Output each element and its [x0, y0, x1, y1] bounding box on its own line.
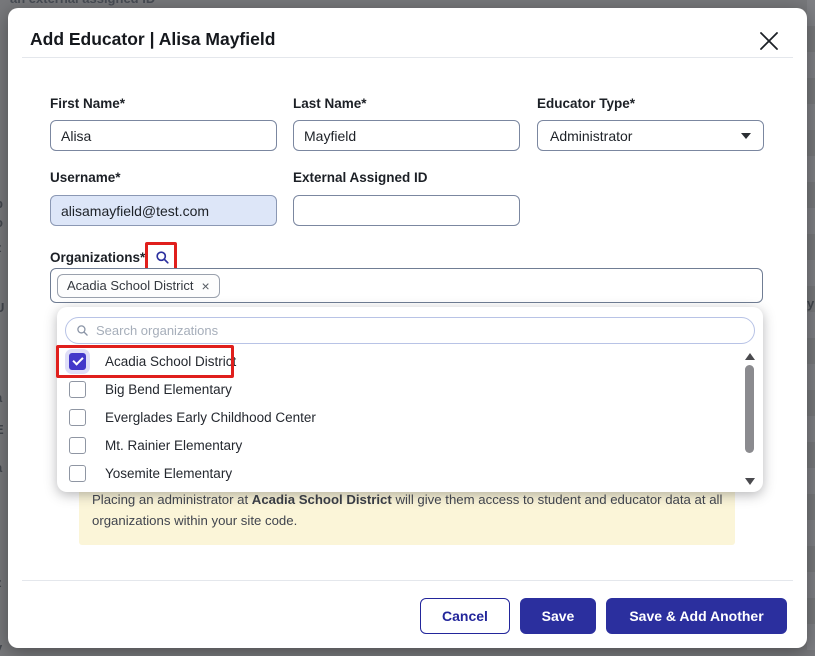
backdrop-fragment: U [0, 300, 8, 316]
backdrop-fragment: o [0, 215, 8, 231]
search-icon [76, 324, 89, 337]
save-and-add-another-button[interactable]: Save & Add Another [606, 598, 787, 634]
search-icon[interactable] [150, 245, 174, 270]
org-search-box [65, 317, 755, 344]
educator-type-value: Administrator [550, 128, 632, 144]
modal-title: Add Educator | Alisa Mayfield [30, 29, 275, 50]
save-button[interactable]: Save [520, 598, 596, 634]
footer-divider [22, 580, 793, 581]
cancel-button[interactable]: Cancel [420, 598, 510, 634]
chip-label: Acadia School District [67, 278, 193, 293]
external-id-label: External Assigned ID [293, 170, 428, 185]
backdrop-fragment: p [0, 196, 8, 212]
chevron-down-icon [741, 133, 751, 139]
username-label: Username* [50, 170, 121, 185]
backdrop-page-stripes [807, 0, 815, 656]
educator-type-label: Educator Type* [537, 96, 635, 111]
org-option-acadia[interactable]: Acadia School District [57, 347, 763, 375]
org-option-everglades[interactable]: Everglades Early Childhood Center [57, 403, 763, 431]
last-name-label: Last Name* [293, 96, 367, 111]
note-line-2: organizations within your site code. [92, 510, 722, 531]
chip-remove-icon[interactable]: × [201, 279, 209, 293]
educator-type-select[interactable]: Administrator [537, 120, 764, 151]
org-option-mt-rainier[interactable]: Mt. Rainier Elementary [57, 431, 763, 459]
dropdown-scrollbar[interactable] [743, 347, 757, 487]
first-name-label: First Name* [50, 96, 125, 111]
org-option-big-bend[interactable]: Big Bend Elementary [57, 375, 763, 403]
org-option-yosemite[interactable]: Yosemite Elementary [57, 459, 763, 487]
backdrop-fragment: y [807, 296, 815, 312]
checkbox-checked-icon[interactable] [69, 353, 86, 370]
modal-footer: Cancel Save Save & Add Another [8, 598, 787, 634]
note-line-1: Placing an administrator at Acadia Schoo… [92, 489, 722, 510]
backdrop-fragment: z [0, 575, 8, 591]
username-field[interactable] [50, 195, 277, 226]
scrollbar-thumb[interactable] [745, 365, 754, 453]
backdrop-fragment: a [0, 390, 8, 406]
backdrop-fragment: E [0, 422, 8, 438]
checkbox-unchecked-icon[interactable] [69, 409, 86, 426]
organizations-dropdown: Acadia School District Big Bend Elementa… [57, 307, 763, 492]
organizations-label: Organizations* [50, 250, 145, 265]
external-id-field[interactable] [293, 195, 520, 226]
checkbox-unchecked-icon[interactable] [69, 465, 86, 482]
checkbox-unchecked-icon[interactable] [69, 437, 86, 454]
add-educator-modal: Add Educator | Alisa Mayfield First Name… [8, 8, 807, 648]
selected-org-chip: Acadia School District × [57, 274, 220, 298]
organizations-field[interactable]: Acadia School District × [50, 268, 763, 303]
org-option-list: Acadia School District Big Bend Elementa… [57, 347, 763, 487]
backdrop-fragment: z [0, 240, 8, 256]
first-name-field[interactable] [50, 120, 277, 151]
checkbox-unchecked-icon[interactable] [69, 381, 86, 398]
backdrop-fragment: y [0, 640, 8, 656]
close-icon[interactable] [757, 29, 781, 53]
header-divider [22, 57, 793, 58]
last-name-field[interactable] [293, 120, 520, 151]
scroll-down-icon[interactable] [745, 478, 755, 485]
scroll-up-icon[interactable] [745, 353, 755, 360]
org-search-input[interactable] [96, 323, 744, 338]
backdrop-fragment: a [0, 460, 8, 476]
backdrop-text-fragment: an external assigned ID [10, 0, 310, 8]
